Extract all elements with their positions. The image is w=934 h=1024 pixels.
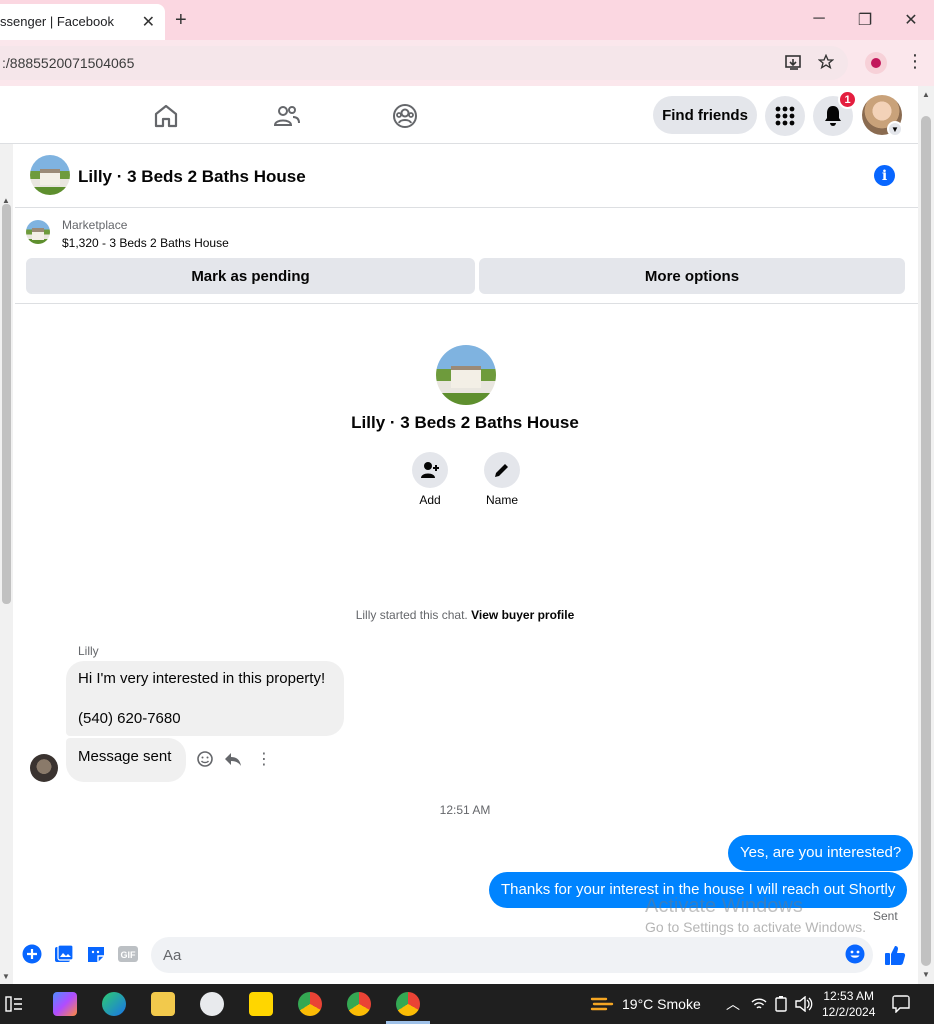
window-restore-button[interactable]: ❐ — [855, 10, 875, 30]
listing-avatar[interactable] — [30, 155, 70, 195]
notification-count-badge: 1 — [838, 90, 857, 109]
new-tab-button[interactable]: + — [175, 9, 187, 32]
sender-name: Lilly — [78, 644, 99, 658]
right-scrollbar[interactable]: ▲ ▼ — [918, 86, 934, 984]
incoming-message-bubble[interactable]: Hi I'm very interested in this property!… — [66, 661, 344, 736]
add-label: Add — [419, 493, 441, 507]
mark-as-pending-button[interactable]: Mark as pending — [26, 258, 475, 294]
left-scrollbar[interactable]: ▲ ▼ — [0, 144, 13, 984]
edit-name-button[interactable] — [484, 452, 520, 488]
marketplace-label: Marketplace — [62, 218, 128, 232]
scroll-up-arrow-icon[interactable]: ▲ — [922, 90, 930, 99]
activate-windows-hint: Go to Settings to activate Windows. — [645, 919, 866, 935]
intro-listing-avatar — [436, 345, 496, 405]
find-friends-button[interactable]: Find friends — [653, 96, 757, 134]
incoming-message-bubble[interactable]: Message sent — [66, 738, 186, 782]
sticky-notes-icon[interactable] — [249, 992, 273, 1016]
clock-time: 12:53 AM — [823, 989, 875, 1003]
left-scroll-thumb[interactable] — [2, 204, 11, 604]
address-bar[interactable]: :/8885520071504065 — [0, 46, 848, 80]
task-view-icon[interactable] — [4, 994, 24, 1014]
sticker-icon[interactable] — [86, 944, 106, 964]
emoji-icon[interactable] — [845, 944, 865, 964]
friends-icon[interactable] — [272, 102, 300, 130]
grid-menu-icon — [775, 106, 795, 126]
outgoing-message-bubble[interactable]: Yes, are you interested? — [728, 835, 914, 871]
message-status: Sent — [873, 909, 898, 923]
windows-taskbar: 19°C Smoke ︿ 12:53 AM 12/2/2024 — [0, 984, 934, 1024]
sender-avatar[interactable] — [30, 754, 58, 782]
system-clock[interactable]: 12:53 AM 12/2/2024 — [822, 988, 875, 1020]
volume-icon[interactable] — [795, 996, 813, 1012]
thumbs-up-icon[interactable] — [884, 944, 906, 966]
message-text: Message sent — [78, 748, 172, 765]
browser-tab-messenger[interactable]: ssenger | Facebook ✕ — [0, 4, 165, 40]
view-buyer-profile-link[interactable]: View buyer profile — [471, 608, 574, 622]
gif-icon[interactable]: GIF — [117, 944, 139, 964]
listing-thumbnail[interactable] — [26, 220, 50, 244]
message-phone-number: (540) 620-7680 — [78, 710, 181, 727]
scroll-down-arrow-icon[interactable]: ▼ — [922, 970, 930, 979]
browser-menu-icon[interactable]: ⋮ — [906, 51, 924, 72]
right-scroll-thumb[interactable] — [921, 116, 931, 966]
install-app-icon[interactable] — [785, 55, 803, 71]
copilot-icon[interactable] — [53, 992, 77, 1016]
chat-header: Lilly · 3 Beds 2 Baths House i — [15, 144, 918, 208]
attach-image-icon[interactable] — [54, 944, 74, 964]
message-text: Hi I'm very interested in this property! — [78, 670, 326, 687]
scroll-down-arrow-icon[interactable]: ▼ — [2, 972, 10, 981]
activate-windows-watermark: Activate Windows — [645, 895, 803, 917]
paint-app-icon[interactable] — [200, 992, 224, 1016]
pencil-icon — [495, 464, 508, 477]
conversation-info-icon[interactable]: i — [874, 165, 895, 186]
gif-label: GIF — [121, 950, 137, 960]
groups-icon[interactable] — [391, 102, 419, 130]
weather-text[interactable]: 19°C Smoke — [622, 996, 701, 1012]
tab-close-icon[interactable]: ✕ — [142, 12, 155, 32]
marketplace-listing-bar: Marketplace $1,320 - 3 Beds 2 Baths Hous… — [15, 208, 918, 304]
chevron-up-icon[interactable]: ︿ — [726, 994, 740, 1014]
add-person-icon — [421, 462, 439, 478]
chrome-active-icon[interactable] — [396, 992, 420, 1016]
window-close-button[interactable]: ✕ — [901, 10, 921, 30]
url-text[interactable]: :/8885520071504065 — [2, 55, 134, 71]
browser-tab-strip: ssenger | Facebook ✕ + ─ ❐ ✕ — [0, 0, 934, 40]
wifi-icon[interactable] — [751, 996, 767, 1012]
name-label: Name — [485, 493, 518, 507]
thread-intro-title: Lilly · 3 Beds 2 Baths House — [351, 413, 579, 432]
clock-date: 12/2/2024 — [822, 1005, 876, 1019]
chrome-profile-a-icon[interactable] — [298, 992, 322, 1016]
file-explorer-icon[interactable] — [151, 992, 175, 1016]
message-timestamp: 12:51 AM — [439, 803, 491, 817]
more-options-button[interactable]: More options — [479, 258, 905, 294]
more-actions-icon[interactable]: ⋮ — [256, 749, 272, 769]
tab-title: ssenger | Facebook — [0, 14, 114, 29]
edge-browser-icon[interactable] — [102, 992, 126, 1016]
reply-icon[interactable] — [224, 750, 242, 768]
facebook-top-nav: Find friends 1 ▼ — [0, 86, 934, 144]
weather-smoke-icon[interactable] — [590, 993, 614, 1015]
home-icon[interactable] — [152, 102, 180, 130]
add-people-button[interactable] — [412, 452, 448, 488]
menu-grid-button[interactable] — [765, 96, 805, 136]
react-emoji-icon[interactable] — [196, 750, 214, 768]
chrome-profile-b-icon[interactable] — [347, 992, 371, 1016]
bookmark-star-icon[interactable] — [818, 54, 834, 70]
chat-started-notice: Lilly started this chat. View buyer prof… — [0, 608, 930, 622]
chevron-down-icon[interactable]: ▼ — [887, 121, 903, 137]
started-text: Lilly started this chat. — [355, 608, 468, 622]
message-input[interactable] — [151, 937, 873, 973]
more-actions-plus-icon[interactable] — [22, 944, 42, 964]
bell-icon — [825, 106, 841, 126]
listing-title[interactable]: $1,320 - 3 Beds 2 Baths House — [62, 236, 229, 250]
chat-title[interactable]: Lilly · 3 Beds 2 Baths House — [78, 167, 306, 187]
window-minimize-button[interactable]: ─ — [809, 10, 829, 28]
battery-icon[interactable] — [774, 996, 788, 1012]
browser-toolbar: :/8885520071504065 ⋮ — [0, 40, 934, 86]
browser-profile-icon[interactable] — [865, 52, 887, 74]
notification-center-icon[interactable] — [892, 995, 910, 1013]
